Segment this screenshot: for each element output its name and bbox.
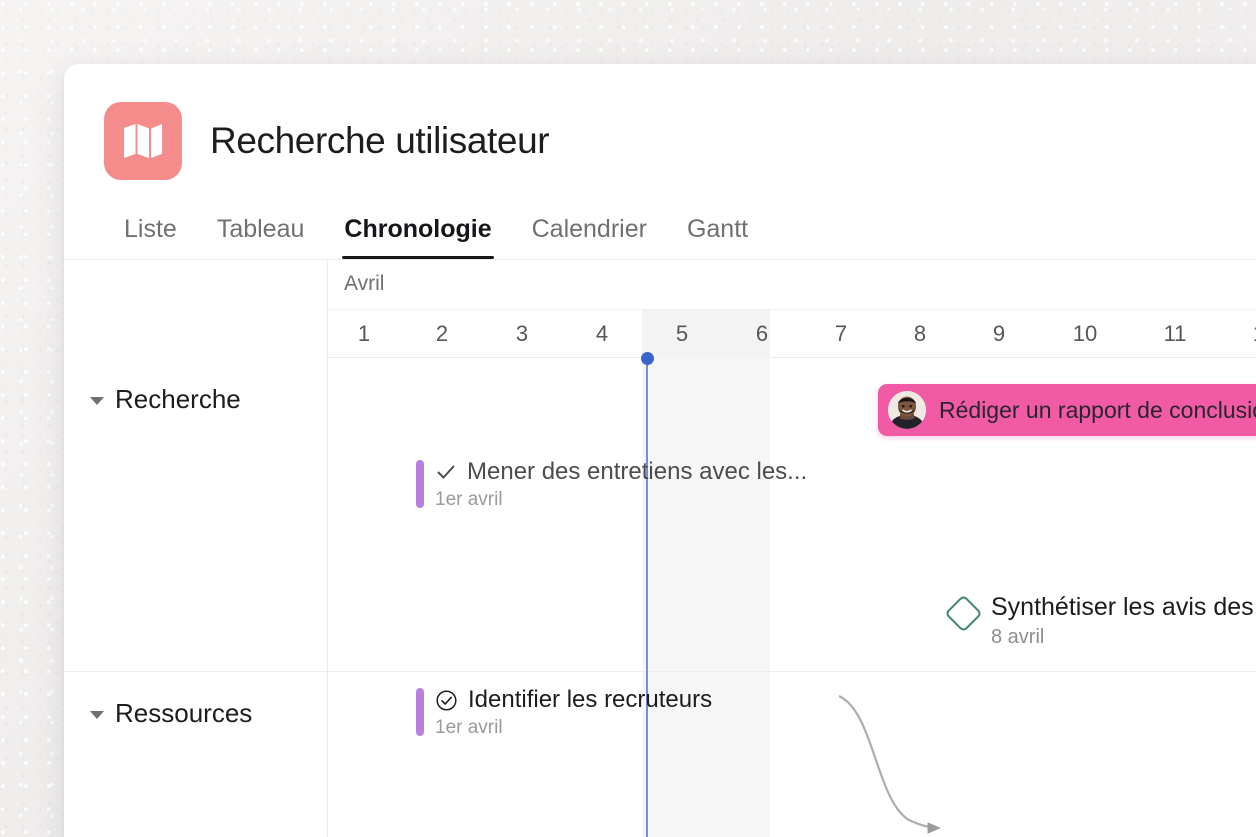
map-icon [104,102,182,180]
day-cell-10[interactable]: 10 [1037,310,1133,358]
month-header: Avril [328,260,1256,310]
task-date: 1er avril [435,489,503,510]
task-mener-entretiens[interactable]: Mener des entretiens avec les... 1er avr… [416,458,807,511]
tab-gantt[interactable]: Gantt [667,215,768,259]
task-title: Mener des entretiens avec les... [467,458,808,485]
caret-down-icon[interactable] [90,397,104,405]
sidebar-section-recherche[interactable]: Recherche [64,358,327,672]
day-cell-12[interactable]: 12 [1217,310,1256,358]
avatar [888,391,926,429]
view-tabs: Liste Tableau Chronologie Calendrier Gan… [64,184,1256,260]
task-handle[interactable] [416,688,424,736]
section-label-recherche: Recherche [115,384,241,414]
section-label-ressources: Ressources [115,698,253,728]
caret-down-icon[interactable] [90,711,104,719]
month-label: Avril [344,272,385,295]
task-date: 1er avril [435,717,503,738]
milestone-title: Synthétiser les avis des... [991,593,1256,621]
page-title: Recherche utilisateur [210,120,550,161]
tab-liste[interactable]: Liste [104,215,197,259]
diamond-icon[interactable] [944,594,983,633]
project-header: Recherche utilisateur [64,64,1256,184]
today-line [646,358,648,837]
task-bar-label: Rédiger un rapport de conclusion [939,396,1256,423]
day-cell-9[interactable]: 9 [951,310,1047,358]
task-title: Identifier les recruteurs [468,686,713,713]
day-cell-11[interactable]: 11 [1127,310,1223,358]
check-icon [437,465,455,479]
milestone-synthetiser-avis[interactable]: Synthétiser les avis des... 8 avril [944,593,1256,649]
today-marker-dot [641,352,654,365]
task-handle[interactable] [416,460,424,508]
tab-chronologie[interactable]: Chronologie [324,215,511,259]
task-identifier-recruteurs[interactable]: Identifier les recruteurs 1er avril [416,686,712,739]
milestone-date: 8 avril [991,626,1045,648]
task-bar-rediger-rapport[interactable]: Rédiger un rapport de conclusion [878,384,1256,436]
timeline-sidebar: Recherche Ressources [64,260,328,837]
check-circle-icon [436,689,457,711]
tab-tableau[interactable]: Tableau [197,215,325,259]
project-card: Recherche utilisateur Liste Tableau Chro… [64,64,1256,837]
day-header: 1 2 3 4 5 6 7 8 9 10 11 12 [328,310,1256,358]
tab-calendrier[interactable]: Calendrier [512,215,667,259]
timeline-view: Recherche Ressources Avril 1 2 3 4 5 6 7… [64,260,1256,837]
timeline-grid: Avril 1 2 3 4 5 6 7 8 9 10 11 12 [328,260,1256,837]
sidebar-header-spacer [64,260,327,358]
sidebar-section-ressources[interactable]: Ressources [64,672,327,837]
